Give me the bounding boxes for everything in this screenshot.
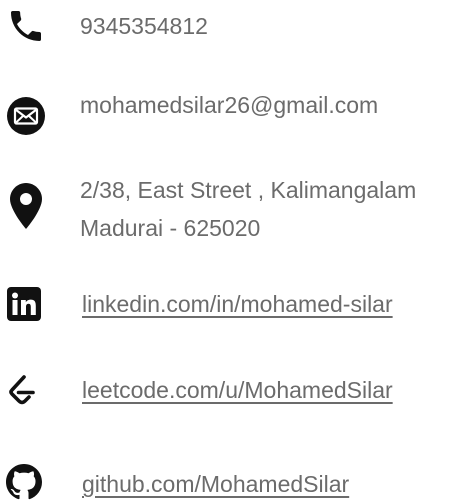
github-link[interactable]: github.com/MohamedSilar [82,467,349,501]
email-link[interactable]: mohamedsilar26@gmail.com [80,88,378,122]
email-row: mohamedsilar26@gmail.com [0,88,459,148]
github-icon [6,464,42,500]
leetcode-link[interactable]: leetcode.com/u/MohamedSilar [82,373,393,407]
address-line-2: Madurai - 625020 [80,215,261,241]
linkedin-row: linkedin.com/in/mohamed-silar [0,284,459,328]
linkedin-icon [7,287,41,321]
phone-row: 9345354812 [0,0,459,60]
phone-number: 9345354812 [80,13,208,39]
envelope-icon [6,96,46,136]
phone-icon [6,6,46,46]
leetcode-icon [6,374,38,408]
location-pin-icon [9,182,43,230]
linkedin-link[interactable]: linkedin.com/in/mohamed-silar [82,287,393,321]
github-row: github.com/MohamedSilar [0,457,459,501]
leetcode-row: leetcode.com/u/MohamedSilar [0,370,459,414]
address-line-1: 2/38, East Street , Kalimangalam [80,177,417,203]
address-row: 2/38, East Street , Kalimangalam Madurai… [0,172,459,252]
